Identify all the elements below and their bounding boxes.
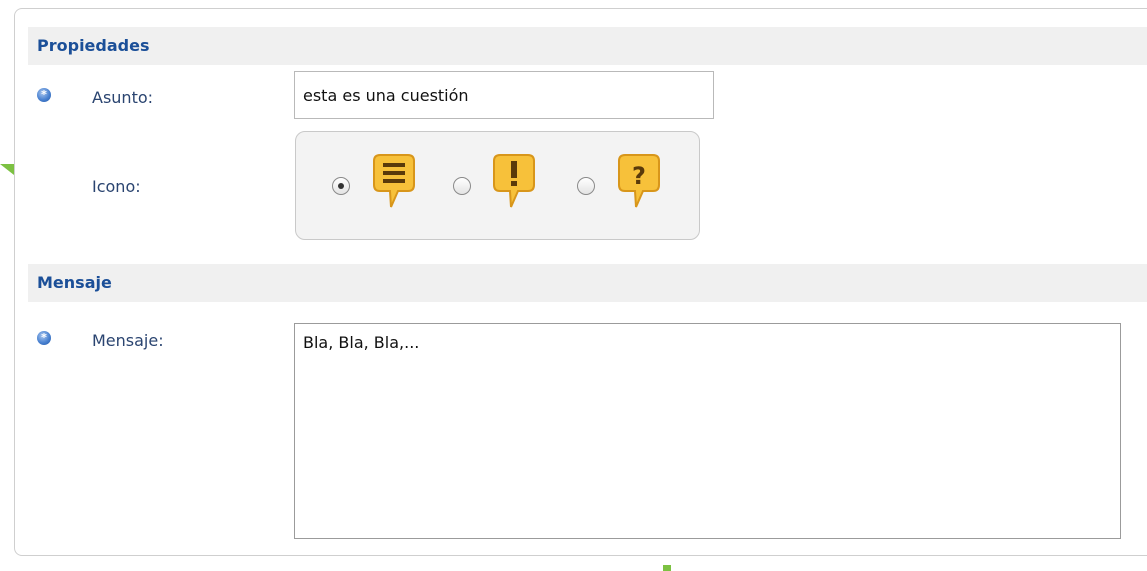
icon-label: Icono: [92,177,141,196]
subject-label: Asunto: [92,88,154,107]
svg-text:?: ? [632,162,646,190]
section-title-message: Mensaje [37,273,112,292]
message-bubble-icon[interactable] [372,153,416,211]
section-header-message: Mensaje [28,264,1147,302]
icon-radio-question[interactable] [577,177,595,195]
decorative-green-mark [663,565,671,571]
icon-radio-exclamation[interactable] [453,177,471,195]
message-label: Mensaje: [92,331,164,350]
section-header-properties: Propiedades [28,27,1147,65]
icon-radio-message[interactable] [332,177,350,195]
subject-input[interactable] [294,71,714,119]
section-title-properties: Propiedades [37,36,150,55]
required-asterisk-icon: * [37,331,51,345]
required-asterisk-icon: * [37,88,51,102]
question-bubble-icon[interactable]: ? [617,153,661,211]
exclamation-bubble-icon[interactable] [492,153,536,211]
message-textarea[interactable]: Bla, Bla, Bla,... [294,323,1121,539]
